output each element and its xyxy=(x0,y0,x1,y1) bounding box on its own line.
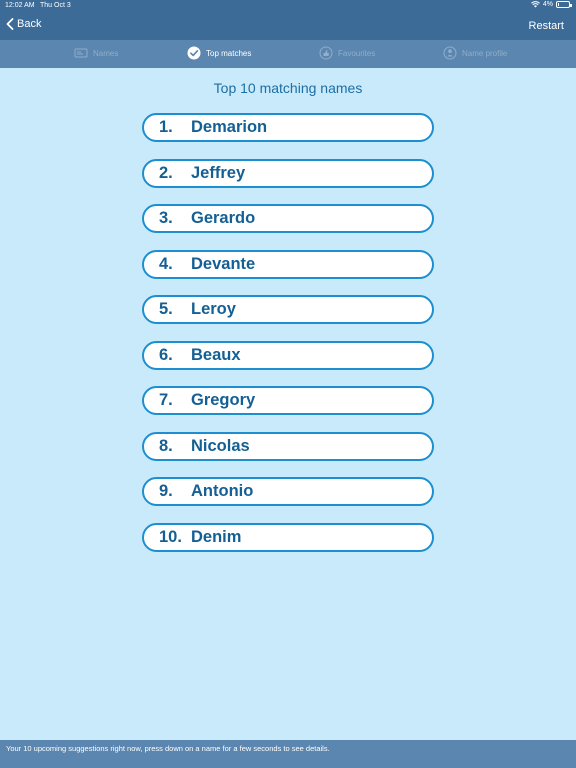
status-bar: 12:02 AM Thu Oct 3 4% xyxy=(0,0,576,12)
name-item[interactable]: 2. Jeffrey xyxy=(142,158,434,188)
name-rank: 7. xyxy=(159,391,173,409)
tab-name-profile[interactable]: Name profile xyxy=(443,46,507,60)
thumbs-up-icon xyxy=(319,46,333,60)
name-rank: 9. xyxy=(159,482,173,500)
restart-button[interactable]: Restart xyxy=(529,20,564,32)
name-text: Leroy xyxy=(191,300,236,318)
tab-label: Name profile xyxy=(462,48,508,58)
name-item[interactable]: 1. Demarion xyxy=(142,113,434,142)
status-time: 12:02 AM xyxy=(5,2,35,9)
name-rank: 10. xyxy=(159,527,182,546)
footer-hint-text: Your 10 upcoming suggestions right now, … xyxy=(6,744,330,753)
name-item[interactable]: 5. Leroy xyxy=(142,295,434,324)
name-item[interactable]: 4. Devante xyxy=(142,249,434,279)
name-item[interactable]: 10. Denim xyxy=(142,522,434,552)
name-rank: 4. xyxy=(159,254,173,273)
name-rank: 2. xyxy=(159,163,173,182)
name-text: Demarion xyxy=(191,118,268,136)
name-rank: 5. xyxy=(159,300,173,318)
name-text: Gerardo xyxy=(191,209,256,227)
name-text: Nicolas xyxy=(191,436,250,455)
battery-icon xyxy=(556,1,572,8)
name-item[interactable]: 6. Beaux xyxy=(142,340,434,370)
tab-top-matches[interactable]: Top matches xyxy=(187,46,251,60)
name-text: Devante xyxy=(191,254,256,273)
name-item[interactable]: 9. Antonio xyxy=(142,477,434,506)
page-title: Top 10 matching names xyxy=(213,80,363,96)
person-icon xyxy=(443,46,457,60)
tab-label: Favourites xyxy=(338,48,376,58)
status-right: 4% xyxy=(531,1,572,8)
id-card-icon xyxy=(74,48,88,58)
battery-percentage: 4% xyxy=(542,1,553,8)
wifi-icon xyxy=(531,1,540,8)
chevron-left-icon xyxy=(6,18,14,30)
name-text: Jeffrey xyxy=(191,163,246,182)
name-rank: 8. xyxy=(159,436,173,455)
back-button[interactable]: Back xyxy=(6,18,41,30)
name-text: Beaux xyxy=(191,345,241,364)
name-item[interactable]: 7. Gregory xyxy=(142,386,434,415)
name-item[interactable]: 8. Nicolas xyxy=(142,431,434,461)
name-text: Denim xyxy=(191,527,242,546)
back-label: Back xyxy=(17,18,42,30)
name-text: Gregory xyxy=(191,391,256,409)
name-text: Antonio xyxy=(191,482,254,500)
tab-bar: Names Top matches Favourites Name profil… xyxy=(0,40,576,68)
status-date: Thu Oct 3 xyxy=(40,2,71,9)
name-rank: 6. xyxy=(159,345,173,364)
name-rank: 1. xyxy=(159,118,173,136)
navigation-bar: Back Restart xyxy=(0,12,576,40)
footer-hint-bar: Your 10 upcoming suggestions right now, … xyxy=(0,740,576,768)
tab-label: Top matches xyxy=(206,48,252,58)
tab-favourites[interactable]: Favourites xyxy=(319,46,375,60)
checkmark-icon xyxy=(187,46,201,60)
tab-label: Names xyxy=(93,48,119,58)
name-item[interactable]: 3. Gerardo xyxy=(142,204,434,233)
name-list: 1. Demarion 2. Jeffrey 3. Gerardo 4. Dev… xyxy=(142,113,434,568)
tab-names[interactable]: Names xyxy=(74,46,118,60)
name-rank: 3. xyxy=(159,209,173,227)
